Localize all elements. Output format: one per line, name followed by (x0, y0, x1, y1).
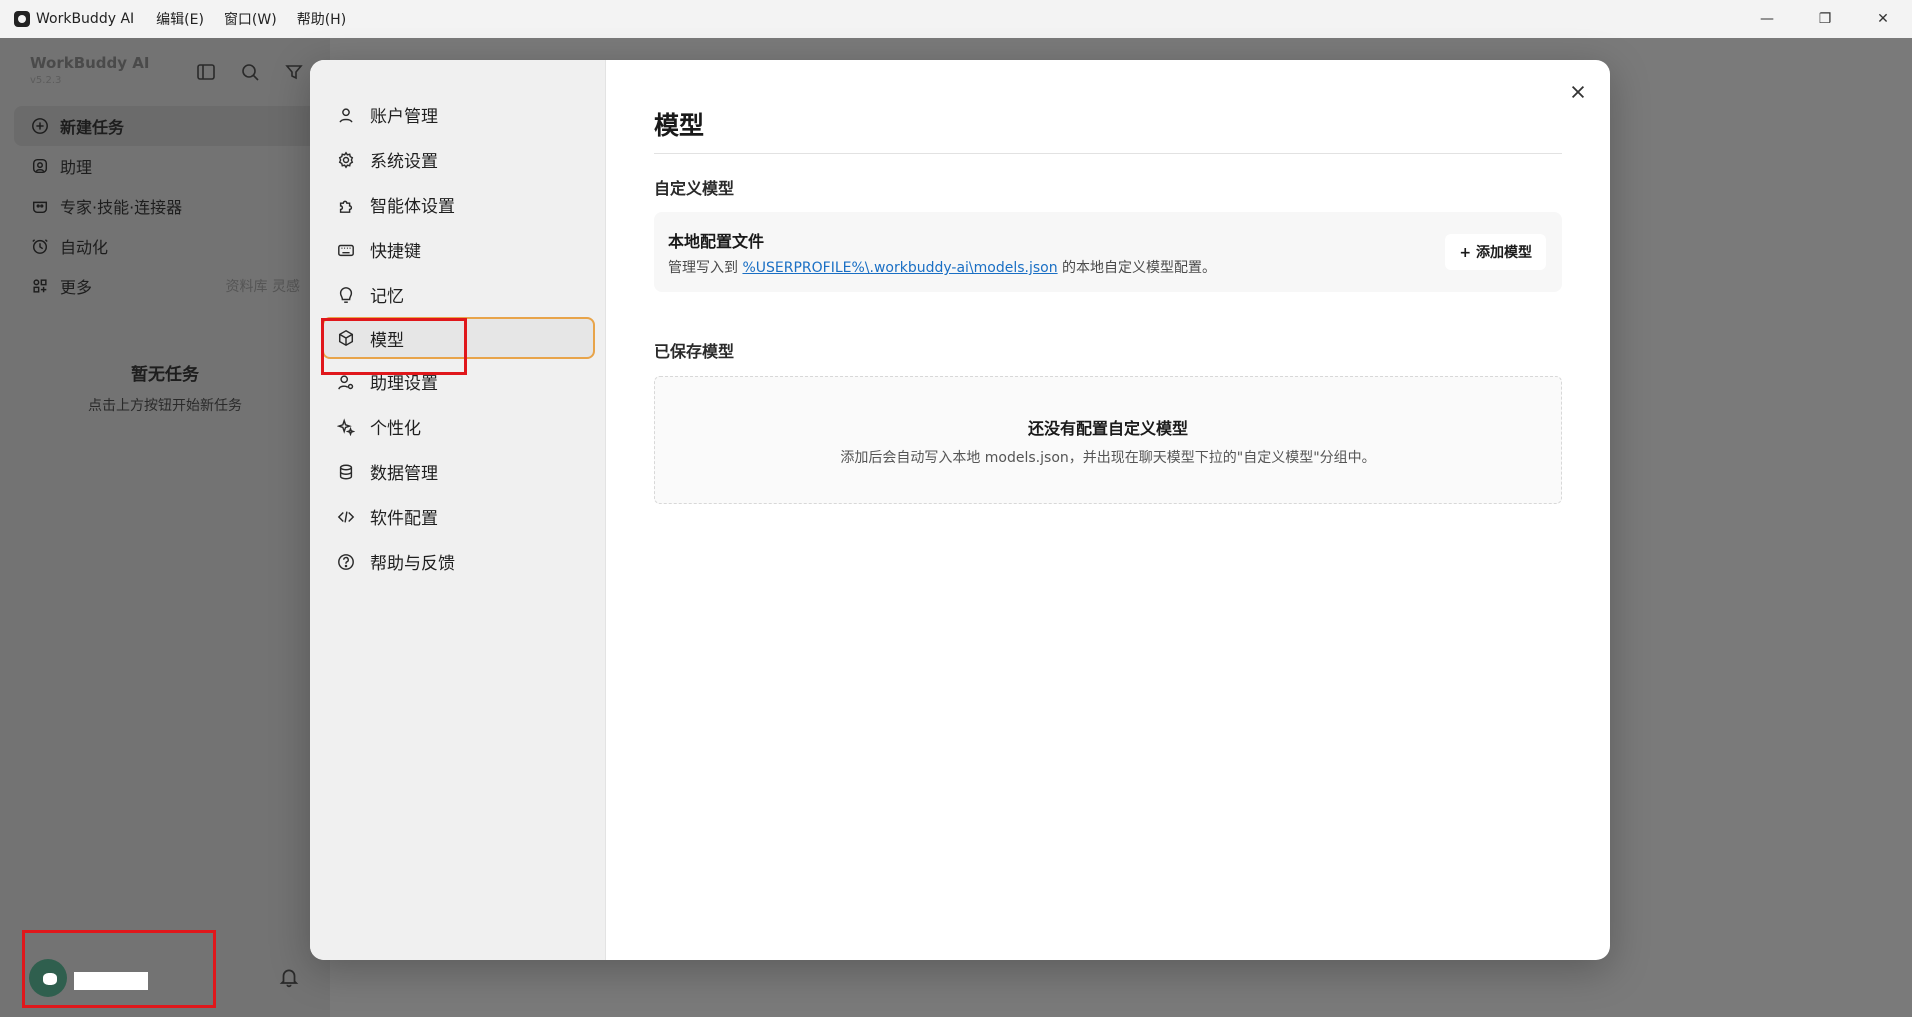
nav-label: 记忆 (370, 287, 404, 307)
sidebar-item-new-task[interactable]: 新建任务 (14, 106, 322, 146)
nav-label: 智能体设置 (370, 197, 455, 217)
nav-label: 软件配置 (370, 509, 438, 529)
local-config-card: 本地配置文件 管理写入到 %USERPROFILE%\.workbuddy-ai… (654, 212, 1562, 292)
nav-software-config[interactable]: 软件配置 (310, 494, 605, 539)
database-icon (336, 462, 356, 482)
nav-label: 数据管理 (370, 464, 438, 484)
saved-models-empty-state: 还没有配置自定义模型 添加后会自动写入本地 models.json，并出现在聊天… (654, 376, 1562, 504)
nav-label: 帮助与反馈 (370, 554, 455, 574)
assistant-icon (30, 156, 50, 176)
nav-model[interactable]: 模型 (322, 317, 595, 359)
sidebar-header: WorkBuddy AI v5.2.3 (0, 38, 330, 92)
nav-label: 账户管理 (370, 107, 438, 127)
menu-window[interactable]: 窗口(W) (224, 9, 277, 29)
sidebar-item-more[interactable]: 更多 资料库 灵感 (0, 266, 330, 306)
sidebar-item-label: 助理 (60, 158, 93, 177)
sidebar-item-automation[interactable]: 自动化 (0, 226, 330, 266)
nav-label: 系统设置 (370, 152, 438, 172)
window-controls: — ❐ ✕ (1738, 0, 1912, 38)
clock-icon (30, 236, 50, 256)
app-name: WorkBuddy AI (36, 11, 135, 27)
settings-nav: 账户管理 系统设置 智能体设置 快捷键 记忆 模型 助理设置 个性化 数据管理 … (310, 60, 606, 960)
close-icon[interactable] (1564, 78, 1592, 106)
menu-edit[interactable]: 编辑(E) (156, 9, 204, 29)
search-icon[interactable] (240, 62, 260, 82)
sidebar: WorkBuddy AI v5.2.3 新建任务 助理 专家·技能·连接器 自动… (0, 38, 330, 1017)
maximize-button[interactable]: ❐ (1796, 0, 1854, 38)
user-profile[interactable] (22, 930, 216, 1008)
menu-help[interactable]: 帮助(H) (297, 9, 346, 29)
bell-icon[interactable] (278, 966, 300, 988)
sidebar-item-label: 专家·技能·连接器 (60, 198, 183, 217)
help-icon (336, 552, 356, 572)
sidebar-item-label: 新建任务 (60, 118, 125, 137)
add-model-button[interactable]: + 添加模型 (1445, 234, 1546, 270)
title-bar: WorkBuddy AI 编辑(E) 窗口(W) 帮助(H) — ❐ ✕ (0, 0, 1912, 38)
page-title: 模型 (654, 111, 705, 140)
sidebar-version: v5.2.3 (30, 75, 62, 86)
nav-data[interactable]: 数据管理 (310, 449, 605, 494)
puzzle-icon (336, 195, 356, 215)
settings-dialog: 账户管理 系统设置 智能体设置 快捷键 记忆 模型 助理设置 个性化 数据管理 … (310, 60, 1610, 960)
nav-label: 助理设置 (370, 374, 438, 394)
grid-icon (30, 276, 50, 296)
gear-icon (336, 150, 356, 170)
empty-tasks-subtitle: 点击上方按钮开始新任务 (88, 398, 242, 414)
plus-chat-icon (30, 116, 50, 136)
user-icon (336, 105, 356, 125)
sidebar-item-label: 更多 (60, 278, 93, 297)
sidebar-title: WorkBuddy AI (30, 54, 150, 72)
user-name-redacted (74, 972, 148, 990)
sidebar-tools (196, 62, 304, 82)
nav-system[interactable]: 系统设置 (310, 137, 605, 182)
nav-account[interactable]: 账户管理 (310, 92, 605, 137)
keyboard-icon (336, 240, 356, 260)
nav-personalize[interactable]: 个性化 (310, 404, 605, 449)
sidebar-item-label: 自动化 (60, 238, 109, 257)
empty-state-subtitle: 添加后会自动写入本地 models.json，并出现在聊天模型下拉的"自定义模型… (840, 450, 1376, 466)
expert-icon (30, 196, 50, 216)
settings-content: 模型 自定义模型 本地配置文件 管理写入到 %USERPROFILE%\.wor… (606, 60, 1610, 960)
models-json-link[interactable]: %USERPROFILE%\.workbuddy-ai\models.json (742, 260, 1057, 276)
app-logo-icon (14, 11, 30, 27)
sidebar-toggle-icon[interactable] (196, 62, 216, 82)
local-config-desc: 管理写入到 %USERPROFILE%\.workbuddy-ai\models… (668, 257, 1216, 277)
saved-models-section-label: 已保存模型 (654, 342, 735, 361)
local-config-desc-prefix: 管理写入到 (668, 260, 743, 276)
sidebar-item-experts[interactable]: 专家·技能·连接器 (0, 186, 330, 226)
empty-tasks-title: 暂无任务 (131, 365, 199, 385)
divider (654, 153, 1562, 154)
nav-assistant-settings[interactable]: 助理设置 (310, 359, 605, 404)
minimize-button[interactable]: — (1738, 0, 1796, 38)
nav-help[interactable]: 帮助与反馈 (310, 539, 605, 584)
sidebar-nav: 新建任务 助理 专家·技能·连接器 自动化 更多 资料库 灵感 (0, 106, 330, 306)
nav-label: 快捷键 (370, 242, 421, 262)
avatar[interactable] (29, 959, 67, 997)
user-gear-icon (336, 372, 356, 392)
nav-agent[interactable]: 智能体设置 (310, 182, 605, 227)
sidebar-item-assistant[interactable]: 助理 (0, 146, 330, 186)
cube-icon (336, 328, 356, 348)
custom-model-section-label: 自定义模型 (654, 179, 735, 198)
filter-icon[interactable] (284, 62, 304, 82)
code-icon (336, 507, 356, 527)
sparkle-icon (336, 417, 356, 437)
empty-state-title: 还没有配置自定义模型 (1027, 419, 1188, 438)
local-config-title: 本地配置文件 (668, 232, 765, 251)
nav-label: 个性化 (370, 419, 421, 439)
nav-shortcuts[interactable]: 快捷键 (310, 227, 605, 272)
local-config-desc-suffix: 的本地自定义模型配置。 (1057, 260, 1217, 276)
sidebar-item-hint: 资料库 灵感 (225, 279, 300, 295)
nav-memory[interactable]: 记忆 (310, 272, 605, 317)
memory-icon (336, 285, 356, 305)
nav-label: 模型 (370, 330, 404, 351)
window-close-button[interactable]: ✕ (1854, 0, 1912, 38)
